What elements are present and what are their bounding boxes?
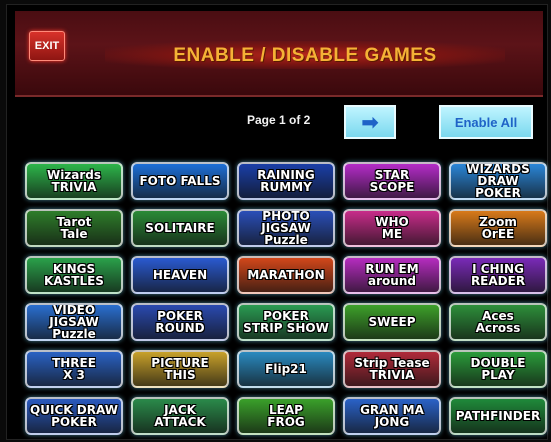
game-tile[interactable]: JACK ATTACK (131, 397, 229, 435)
enable-all-button[interactable]: Enable All (439, 105, 533, 139)
game-tile-label: MARATHON (247, 268, 325, 282)
game-tile[interactable]: RAINING RUMMY (237, 162, 335, 200)
header-bar: EXIT ENABLE / DISABLE GAMES (15, 11, 543, 97)
game-tile[interactable]: FOTO FALLS (131, 162, 229, 200)
game-settings-screen: EXIT ENABLE / DISABLE GAMES Page 1 of 2 … (6, 4, 548, 440)
games-grid: Wizards TRIVIA FOTO FALLS RAINING RUMMY STA… (25, 162, 547, 435)
game-tile-label: POKER ROUND (155, 309, 205, 335)
game-tile[interactable]: RUN EM around (343, 256, 441, 294)
game-tile-label: PHOTO JIGSAW Puzzle (261, 209, 311, 247)
page-indicator: Page 1 of 2 (247, 113, 311, 127)
game-tile-label: SOLITAIRE (145, 221, 215, 235)
game-tile[interactable]: HEAVEN (131, 256, 229, 294)
game-tile[interactable]: KINGS KASTLES (25, 256, 123, 294)
game-tile-label: Flip21 (265, 362, 307, 376)
game-tile[interactable]: SOLITAIRE (131, 209, 229, 247)
game-tile[interactable]: PHOTO JIGSAW Puzzle (237, 209, 335, 247)
game-tile[interactable]: THREE X 3 (25, 350, 123, 388)
game-tile-label: LEAP FROG (267, 403, 305, 429)
game-tile-label: STAR SCOPE (369, 168, 415, 194)
game-tile-label: Wizards TRIVIA (46, 168, 102, 194)
game-tile-label: I CHING READER (470, 262, 526, 288)
game-tile[interactable]: POKER ROUND (131, 303, 229, 341)
game-tile[interactable]: PATHFINDER (449, 397, 547, 435)
game-tile-label: WHO ME (375, 215, 409, 241)
game-tile-label: THREE X 3 (52, 356, 96, 382)
game-tile-label: HEAVEN (152, 268, 208, 282)
game-tile-label: DOUBLE PLAY (470, 356, 526, 382)
game-tile[interactable]: I CHING READER (449, 256, 547, 294)
game-tile-label: POKER STRIP SHOW (243, 309, 329, 335)
game-tile-label: KINGS KASTLES (44, 262, 104, 288)
game-tile-label: RUN EM around (365, 262, 419, 288)
arrow-right-icon: ➡ (361, 111, 379, 134)
game-tile[interactable]: VIDEO JIGSAW Puzzle (25, 303, 123, 341)
game-tile-label: Zoom OrEE (479, 215, 517, 241)
game-tile[interactable]: PICTURE THIS (131, 350, 229, 388)
game-tile[interactable]: WHO ME (343, 209, 441, 247)
game-tile[interactable]: WIZARDS DRAW POKER (449, 162, 547, 200)
game-tile-label: Tarot Tale (56, 215, 92, 241)
game-tile-label: PATHFINDER (455, 409, 541, 423)
page-title: ENABLE / DISABLE GAMES (173, 45, 437, 66)
game-tile-label: Strip Tease TRIVIA (354, 356, 430, 382)
game-tile-label: PICTURE THIS (151, 356, 209, 382)
game-tile[interactable]: MARATHON (237, 256, 335, 294)
game-tile[interactable]: STAR SCOPE (343, 162, 441, 200)
game-tile[interactable]: SWEEP (343, 303, 441, 341)
game-tile[interactable]: Flip21 (237, 350, 335, 388)
game-tile[interactable]: DOUBLE PLAY (449, 350, 547, 388)
game-tile[interactable]: Tarot Tale (25, 209, 123, 247)
game-tile[interactable]: POKER STRIP SHOW (237, 303, 335, 341)
game-tile-label: RAINING RUMMY (257, 168, 315, 194)
game-tile-label: FOTO FALLS (139, 174, 221, 188)
game-tile-label: QUICK DRAW POKER (30, 403, 118, 429)
game-tile-label: Aces Across (475, 309, 521, 335)
game-tile-label: GRAN MA JONG (360, 403, 424, 429)
game-tile[interactable]: Wizards TRIVIA (25, 162, 123, 200)
game-tile[interactable]: QUICK DRAW POKER (25, 397, 123, 435)
game-tile[interactable]: LEAP FROG (237, 397, 335, 435)
game-tile-label: JACK ATTACK (154, 403, 206, 429)
next-page-button[interactable]: ➡ (344, 105, 396, 139)
game-tile[interactable]: GRAN MA JONG (343, 397, 441, 435)
game-tile[interactable]: Aces Across (449, 303, 547, 341)
game-tile-label: VIDEO JIGSAW Puzzle (49, 303, 99, 341)
game-tile[interactable]: Zoom OrEE (449, 209, 547, 247)
game-tile[interactable]: Strip Tease TRIVIA (343, 350, 441, 388)
game-tile-label: SWEEP (368, 315, 416, 329)
game-tile-label: WIZARDS DRAW POKER (466, 162, 530, 200)
exit-button[interactable]: EXIT (29, 31, 65, 61)
